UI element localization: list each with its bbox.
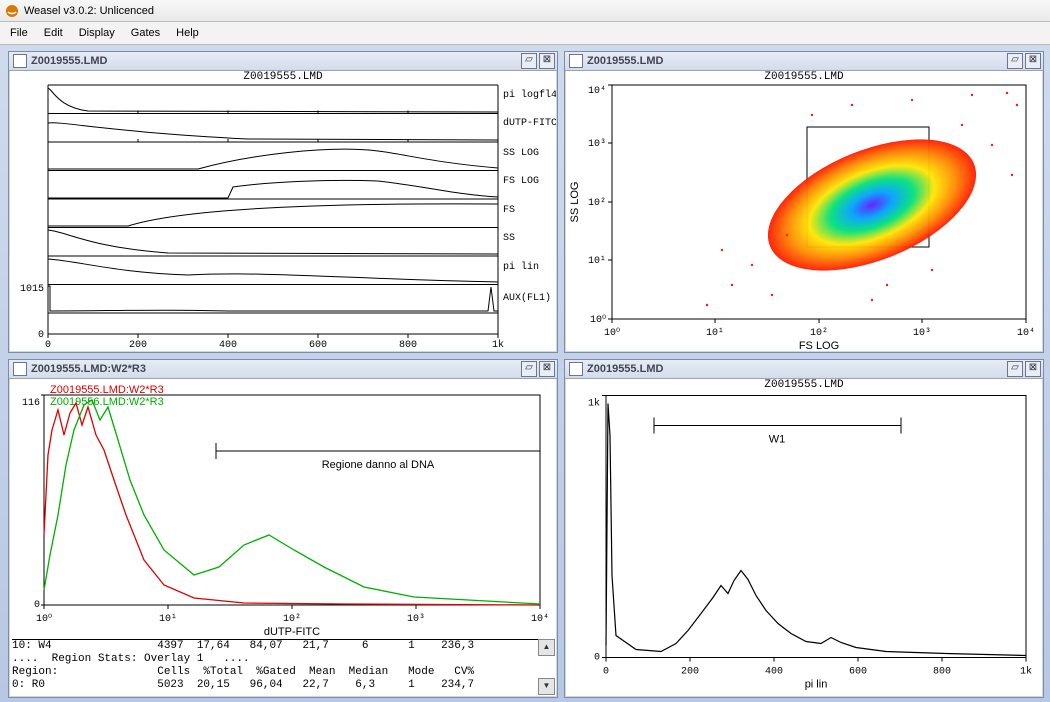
menu-file[interactable]: File	[4, 25, 34, 41]
region-label: Regione danno al DNA	[322, 459, 435, 471]
panel-title: Z0019555.LMD	[587, 363, 663, 375]
chart-title: Z0019555.LMD	[764, 71, 843, 83]
gate-region[interactable]	[654, 418, 901, 434]
svg-text:FS: FS	[503, 205, 515, 216]
svg-text:600: 600	[309, 340, 327, 351]
svg-text:10⁰: 10⁰	[604, 327, 620, 339]
svg-text:200: 200	[129, 340, 147, 351]
x-axis-label: dUTP-FITC	[264, 626, 320, 638]
stats-row: .... Region Stats: Overlay 1 ....	[12, 653, 538, 666]
svg-text:10⁴: 10⁴	[588, 85, 606, 97]
x-axis-label: pi lin	[805, 679, 828, 691]
svg-text:200: 200	[681, 667, 699, 678]
menu-gates[interactable]: Gates	[125, 25, 166, 41]
window-title: Weasel v3.0.2: Unlicenced	[24, 5, 154, 17]
panel-header[interactable]: Z0019555.LMD ▱ ⊠	[565, 360, 1043, 379]
chart-title: Z0019555.LMD	[243, 71, 322, 83]
maximize-icon[interactable]: ▱	[1007, 361, 1023, 377]
workspace: Z0019555.LMD ▱ ⊠ Z0019555.LMD	[0, 45, 1050, 702]
svg-text:10³: 10³	[588, 139, 606, 150]
close-icon[interactable]: ⊠	[1025, 361, 1041, 377]
svg-text:10³: 10³	[407, 614, 425, 625]
panel-title: Z0019555.LMD:W2*R3	[31, 363, 146, 375]
panel-header[interactable]: Z0019555.LMD ▱ ⊠	[9, 52, 557, 71]
svg-text:0: 0	[45, 340, 51, 351]
panel-title: Z0019555.LMD	[31, 55, 107, 67]
svg-text:10¹: 10¹	[588, 256, 606, 267]
scroll-up-icon[interactable]: ▲	[538, 639, 555, 656]
menu-help[interactable]: Help	[170, 25, 205, 41]
close-icon[interactable]: ⊠	[539, 53, 555, 69]
svg-text:FS LOG: FS LOG	[503, 176, 539, 187]
svg-text:116: 116	[22, 398, 40, 409]
svg-text:10²: 10²	[810, 328, 828, 339]
svg-text:dUTP-FITC: dUTP-FITC	[503, 117, 556, 129]
svg-text:10⁴: 10⁴	[531, 613, 549, 625]
y-axis-label: SS LOG	[569, 182, 581, 223]
svg-text:10¹: 10¹	[706, 328, 724, 339]
plot-area-histograms[interactable]: Z0019555.LMD	[10, 71, 556, 351]
svg-text:pi lin: pi lin	[503, 261, 539, 273]
panel-header[interactable]: Z0019555.LMD:W2*R3 ▱ ⊠	[9, 360, 557, 379]
stats-header: Region: Cells %Total %Gated Mean Median …	[12, 666, 538, 679]
menubar: File Edit Display Gates Help	[0, 22, 1050, 45]
region-label: W1	[769, 434, 786, 446]
svg-text:10²: 10²	[283, 614, 301, 625]
maximize-icon[interactable]: ▱	[521, 361, 537, 377]
svg-text:10⁴: 10⁴	[1017, 327, 1035, 339]
svg-text:AUX(FL1): AUX(FL1)	[503, 292, 551, 304]
svg-text:1k: 1k	[588, 398, 600, 410]
sysmenu-icon[interactable]	[13, 54, 27, 68]
x-axis-label: FS LOG	[799, 340, 839, 351]
svg-text:1015: 1015	[20, 284, 44, 295]
panel-overlay[interactable]: Z0019555.LMD:W2*R3 ▱ ⊠ Z0019555.LMD:W2*R…	[8, 359, 558, 698]
svg-text:1k: 1k	[492, 339, 504, 351]
svg-text:10¹: 10¹	[159, 614, 177, 625]
close-icon[interactable]: ⊠	[539, 361, 555, 377]
svg-text:400: 400	[219, 340, 237, 351]
panel-title: Z0019555.LMD	[587, 55, 663, 67]
series-label-green: Z0019556.LMD:W2*R3	[50, 396, 164, 408]
panel-scatter[interactable]: Z0019555.LMD ▱ ⊠ Z0019555.LMD	[564, 51, 1044, 353]
menu-display[interactable]: Display	[73, 25, 121, 41]
plot-area-scatter[interactable]: Z0019555.LMD	[566, 71, 1042, 351]
sysmenu-icon[interactable]	[569, 362, 583, 376]
panel-histograms[interactable]: Z0019555.LMD ▱ ⊠ Z0019555.LMD	[8, 51, 558, 353]
svg-text:10³: 10³	[913, 328, 931, 339]
svg-text:10²: 10²	[588, 198, 606, 209]
svg-text:0: 0	[34, 600, 40, 611]
panel-pi-lin[interactable]: Z0019555.LMD ▱ ⊠ Z0019555.LMD W1	[564, 359, 1044, 698]
svg-text:1k: 1k	[1020, 666, 1032, 678]
panel-header[interactable]: Z0019555.LMD ▱ ⊠	[565, 52, 1043, 71]
svg-text:0: 0	[38, 330, 44, 341]
app-icon	[4, 3, 20, 19]
svg-text:10⁰: 10⁰	[590, 314, 606, 326]
sysmenu-icon[interactable]	[13, 362, 27, 376]
svg-text:SS: SS	[503, 233, 515, 244]
series-label-red: Z0019555.LMD:W2*R3	[50, 384, 164, 396]
scroll-down-icon[interactable]: ▼	[538, 678, 555, 695]
svg-text:600: 600	[849, 667, 867, 678]
sysmenu-icon[interactable]	[569, 54, 583, 68]
svg-text:400: 400	[765, 667, 783, 678]
close-icon[interactable]: ⊠	[1025, 53, 1041, 69]
window-titlebar: Weasel v3.0.2: Unlicenced	[0, 0, 1050, 22]
maximize-icon[interactable]: ▱	[521, 53, 537, 69]
gate-region[interactable]	[216, 443, 540, 459]
plot-area-pi-lin[interactable]: Z0019555.LMD W1 1k 0	[566, 379, 1042, 696]
svg-text:0: 0	[603, 667, 609, 678]
svg-text:800: 800	[933, 667, 951, 678]
maximize-icon[interactable]: ▱	[1007, 53, 1023, 69]
chart-title: Z0019555.LMD	[764, 379, 843, 391]
plot-area-overlay[interactable]: Z0019555.LMD:W2*R3 Z0019556.LMD:W2*R3 Re…	[10, 379, 556, 696]
menu-edit[interactable]: Edit	[38, 25, 69, 41]
svg-text:0: 0	[594, 653, 600, 664]
svg-text:SS LOG: SS LOG	[503, 148, 539, 159]
stats-row: 10: W4 4397 17,64 84,07 21,7 6 1 236,3	[12, 640, 538, 653]
stats-table: 10: W4 4397 17,64 84,07 21,7 6 1 236,3 .…	[12, 639, 538, 695]
svg-text:10⁰: 10⁰	[36, 613, 52, 625]
svg-text:800: 800	[399, 340, 417, 351]
svg-text:pi logfl4: pi logfl4	[503, 89, 556, 101]
stats-row: 0: R0 5023 20,15 96,04 22,7 6,3 1 234,7	[12, 679, 538, 692]
